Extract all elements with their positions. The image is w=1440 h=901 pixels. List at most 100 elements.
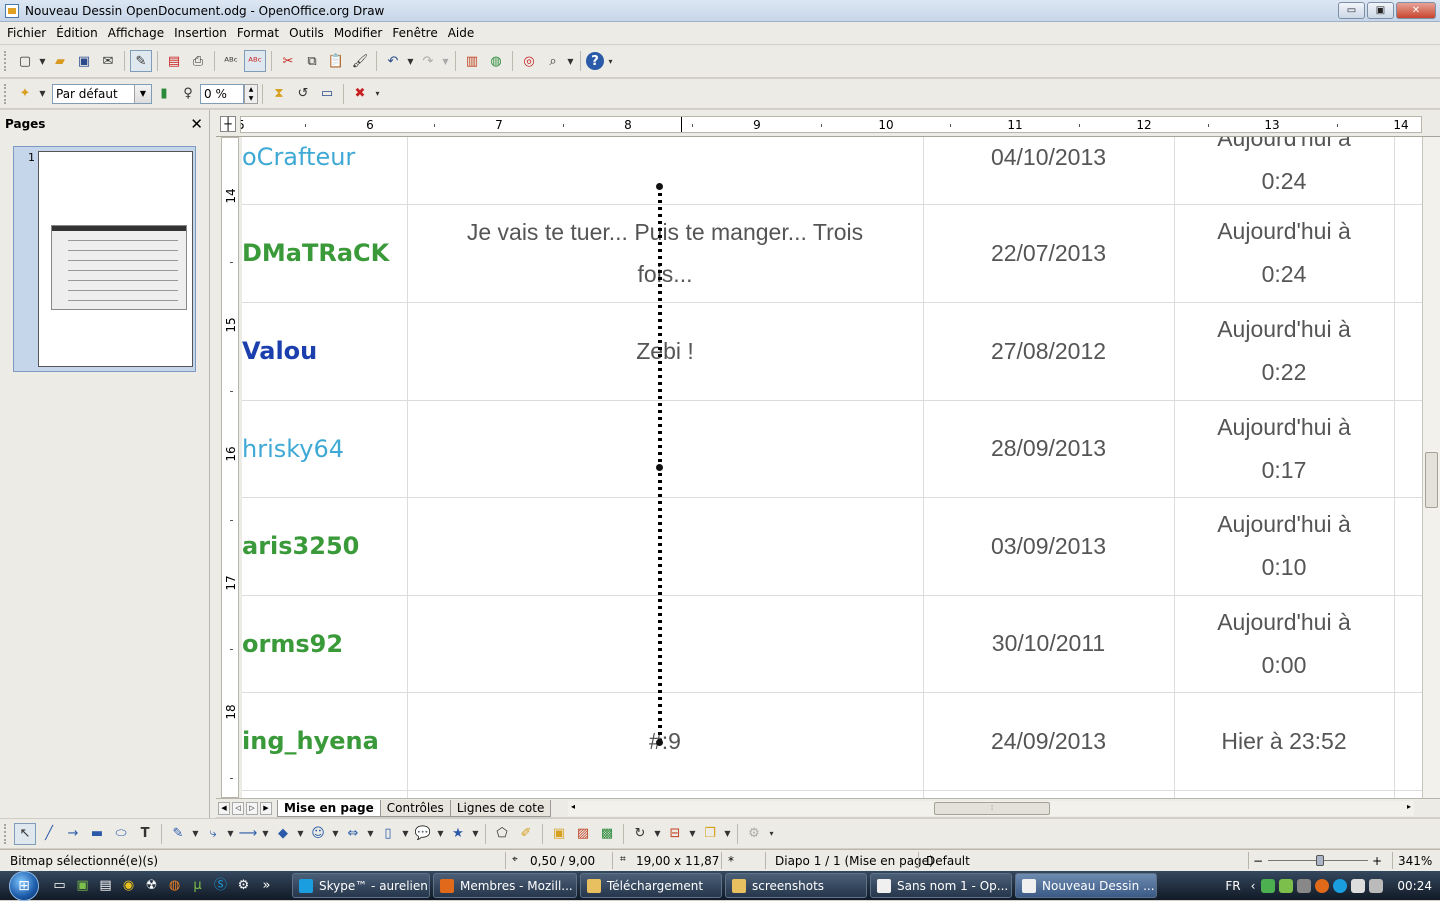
close-icon[interactable]: ✕ [190,115,203,133]
email-icon[interactable]: ✉ [97,50,119,72]
print-icon[interactable]: ⎙ [187,50,209,72]
explorer-icon[interactable]: ▤ [96,876,115,895]
from-file-icon[interactable]: ▨ [572,823,594,845]
rotate-icon[interactable]: ↺ [292,83,314,105]
lines-arrows-icon[interactable]: ⟶ [237,823,259,845]
vertical-scroll-thumb[interactable] [1425,452,1438,508]
zoom-slider-knob[interactable] [1316,855,1324,866]
toolbar-grip[interactable] [4,51,10,71]
task-sans-nom[interactable]: Sans nom 1 - Op... [870,873,1012,898]
start-button[interactable]: ⊞ [0,870,48,901]
paste-icon[interactable]: 📋 [325,50,347,72]
stars-icon[interactable]: ★ [447,823,469,845]
tray-app-icon[interactable] [1297,878,1312,893]
menu-modifier[interactable]: Modifier [329,22,388,44]
glue-points-icon[interactable]: ✐ [515,823,537,845]
lines-dropdown-icon[interactable]: ▼ [261,823,270,845]
save-icon[interactable]: ▣ [73,50,95,72]
block-arrows-icon[interactable]: ⇔ [342,823,364,845]
points-icon[interactable]: ⬠ [491,823,513,845]
open-folder-icon[interactable]: ▰ [49,50,71,72]
first-layer-icon[interactable]: ◀ [218,801,230,815]
connector-dropdown-icon[interactable]: ▼ [226,823,235,845]
vertical-ruler[interactable]: 14 15 16 17 18 [216,137,242,798]
cut-icon[interactable]: ✂ [277,50,299,72]
text-icon[interactable]: T [134,823,156,845]
prev-layer-icon[interactable]: ◁ [232,801,244,815]
rectangle-icon[interactable]: ▬ [86,823,108,845]
close-button[interactable]: ✕ [1396,2,1436,19]
page-thumbnail-selected[interactable]: 1 [13,146,196,372]
drawing-canvas[interactable]: oCrafteur 04/10/2013 Aujourd'hui à 0:24 … [242,137,1422,798]
tab-mise-en-page[interactable]: Mise en page [277,799,381,817]
flowchart-dropdown-icon[interactable]: ▼ [401,823,410,845]
show-desktop-icon[interactable]: ▭ [50,876,69,895]
overflow-chevron-icon[interactable]: » [257,876,276,895]
minecraft-icon[interactable]: ▣ [73,876,92,895]
ellipse-icon[interactable]: ⬭ [110,823,132,845]
chrome-icon[interactable]: ◉ [119,876,138,895]
color-bars-icon[interactable]: ▮ [153,83,175,105]
frame-icon[interactable]: ▭ [316,83,338,105]
steam-icon[interactable]: ⚙ [234,876,253,895]
menu-aide[interactable]: Aide [443,22,480,44]
minimize-button[interactable]: ▭ [1338,2,1365,19]
gallery-icon[interactable]: ▩ [596,823,618,845]
shapes-dropdown-icon[interactable]: ▼ [296,823,305,845]
task-telechargement[interactable]: Téléchargement [580,873,722,898]
tab-controles[interactable]: Contrôles [379,799,451,817]
filter-icon[interactable]: ⧗ [268,83,290,105]
task-firefox[interactable]: Membres - Mozill... [433,873,577,898]
transparency-field[interactable]: 0 % [200,83,244,104]
rotate-dropdown-icon[interactable]: ▼ [653,823,662,845]
crop-icon[interactable]: ✖ [349,83,371,105]
menu-insertion[interactable]: Insertion [169,22,232,44]
horizontal-scrollbar[interactable]: ◂ ⦙ ▸ [568,801,1414,816]
volume-icon[interactable] [1369,878,1384,893]
resize-handle[interactable] [656,183,663,190]
zoom-icon[interactable]: ⌕ [542,50,564,72]
menu-edition[interactable]: Édition [51,22,103,44]
chevron-down-icon[interactable]: ▼ [134,84,151,103]
basic-shapes-icon[interactable]: ◆ [272,823,294,845]
curve-icon[interactable]: ✎ [167,823,189,845]
align-dropdown-icon[interactable]: ▼ [688,823,697,845]
zoom-dropdown-icon[interactable]: ▼ [566,50,575,72]
page-thumbnail[interactable] [38,151,193,367]
tray-app-icon[interactable] [1279,878,1294,893]
toolbar-options-icon[interactable]: ▾ [606,50,615,72]
menu-fenetre[interactable]: Fenêtre [387,22,442,44]
undo-icon[interactable]: ↶ [382,50,404,72]
autospellcheck-icon[interactable]: ᴬᴮᶜ [244,50,266,72]
fontwork-icon[interactable]: ◍ [485,50,507,72]
toolbar-grip[interactable] [4,823,10,844]
line-icon[interactable]: ╱ [38,823,60,845]
toolbar-options-icon[interactable]: ▾ [373,83,382,105]
new-dropdown-icon[interactable]: ▼ [38,50,47,72]
symbol-shapes-icon[interactable]: ☺ [307,823,329,845]
tray-app-icon[interactable] [1261,878,1276,893]
copy-icon[interactable]: ⧉ [301,50,323,72]
tray-app-icon[interactable] [1315,878,1330,893]
selected-bitmap[interactable] [656,183,664,746]
transparency-spinner[interactable]: ▲ ▼ [244,83,258,104]
arrange-dropdown-icon[interactable]: ▼ [723,823,732,845]
clock[interactable]: 00:24 [1397,879,1432,893]
maximize-button[interactable]: ▣ [1367,2,1394,19]
task-nouveau-dessin[interactable]: Nouveau Dessin ... [1015,873,1157,898]
stars-dropdown-icon[interactable]: ▼ [471,823,480,845]
wand-dropdown-icon[interactable]: ▼ [38,83,47,105]
task-skype[interactable]: Skype™ - aurelien... [292,873,430,898]
zoom-out-icon[interactable]: − [1253,854,1263,868]
connector-icon[interactable]: ⤷ [202,823,224,845]
format-paintbrush-icon[interactable]: 🖌 [349,50,371,72]
symbol-dropdown-icon[interactable]: ▼ [331,823,340,845]
fontwork-gallery-icon[interactable]: ▣ [548,823,570,845]
utorrent-icon[interactable]: µ [188,876,207,895]
bittorrent-icon[interactable]: ☢ [142,876,161,895]
vertical-scrollbar[interactable] [1422,137,1440,798]
tray-expand-icon[interactable]: ‹ [1251,879,1256,893]
zoom-in-icon[interactable]: + [1372,854,1382,868]
magic-wand-icon[interactable]: ✦ [14,83,36,105]
new-document-icon[interactable]: ▢ [14,50,36,72]
